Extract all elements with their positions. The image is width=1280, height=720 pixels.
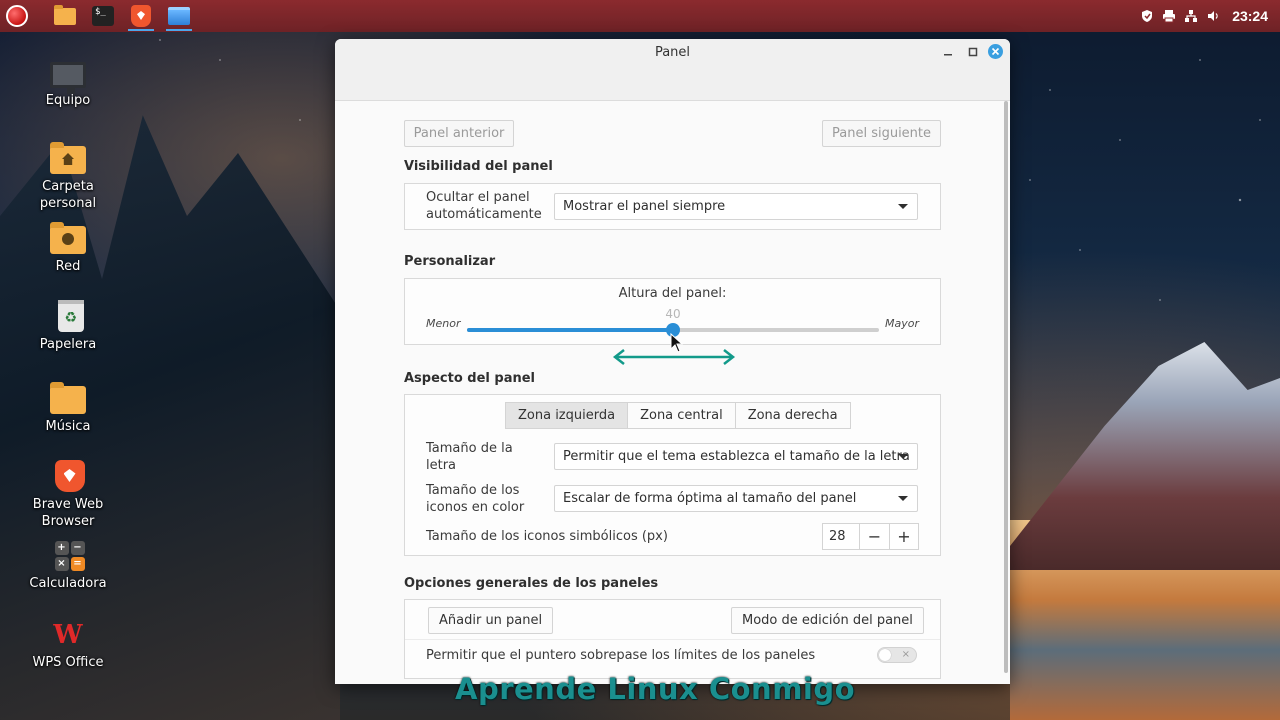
taskbar-window[interactable]	[164, 1, 194, 31]
font-size-combo-value: Permitir que el tema establezca el tamañ…	[563, 449, 910, 464]
toggle-off-icon: ×	[901, 649, 910, 660]
color-icons-label: Tamaño de los iconos en color	[426, 483, 525, 515]
desktop-icon-carpeta-personal[interactable]: Carpeta personal	[18, 140, 118, 212]
clock[interactable]: 23:24	[1232, 8, 1268, 24]
settings-content: Panel anterior Panel siguiente Visibilid…	[335, 101, 1010, 684]
desktop-icon-label: Papelera	[39, 337, 97, 352]
section-title-customize: Personalizar	[404, 254, 496, 269]
add-panel-button[interactable]: Añadir un panel	[428, 607, 554, 634]
folder-icon	[54, 4, 76, 25]
appearance-frame: Zona izquierda Zona central Zona derecha…	[404, 394, 941, 556]
decrement-button[interactable]: −	[860, 524, 889, 549]
previous-panel-button[interactable]: Panel anterior	[404, 120, 514, 147]
symbolic-icons-spinner: 28 − +	[822, 523, 919, 550]
shield-icon[interactable]	[1140, 9, 1154, 23]
desktop-icon-label: Brave Web Browser	[32, 497, 104, 529]
maximize-button[interactable]	[966, 45, 980, 59]
desktop-icon-brave[interactable]: Brave Web Browser	[18, 460, 118, 530]
dropdown-arrow-icon	[898, 496, 908, 501]
slider-max-label: Mayor	[885, 317, 919, 330]
section-title-general: Opciones generales de los paneles	[404, 576, 659, 591]
zone-selector: Zona izquierda Zona central Zona derecha	[505, 402, 851, 429]
panel-height-slider[interactable]	[467, 323, 879, 337]
terminal-icon: $_	[92, 6, 114, 26]
color-icons-combo-value: Escalar de forma óptima al tamaño del pa…	[563, 491, 857, 506]
zone-left-tab[interactable]: Zona izquierda	[505, 402, 629, 429]
printer-icon[interactable]	[1162, 9, 1176, 23]
menu-icon	[6, 5, 28, 27]
pointer-overflow-toggle[interactable]: ×	[877, 647, 917, 663]
taskbar-terminal[interactable]: $_	[88, 1, 118, 31]
top-panel: $_ 23:24	[0, 0, 1280, 32]
brave-icon	[54, 460, 85, 492]
slider-value: 40	[665, 307, 681, 321]
desktop-icon-equipo[interactable]: Equipo	[18, 58, 118, 109]
scrollbar[interactable]	[1004, 101, 1008, 673]
desktop-icon-musica[interactable]: Música	[18, 380, 118, 435]
taskbar-files[interactable]	[50, 1, 80, 31]
titlebar[interactable]: Panel	[335, 39, 1010, 101]
color-icons-combo[interactable]: Escalar de forma óptima al tamaño del pa…	[554, 485, 918, 512]
symbolic-icons-label: Tamaño de los iconos simbólicos (px)	[426, 529, 668, 544]
minimize-icon	[944, 54, 952, 56]
increment-button[interactable]: +	[889, 524, 918, 549]
slider-min-label: Menor	[426, 317, 461, 330]
volume-icon[interactable]	[1206, 9, 1220, 23]
desktop-icon-wps[interactable]: W WPS Office	[18, 620, 118, 671]
desktop-icon-red[interactable]: Red	[18, 220, 118, 275]
toggle-knob	[879, 649, 891, 661]
maximize-icon	[968, 47, 978, 57]
system-tray: 23:24	[1140, 8, 1280, 24]
desktop-icon-label: Calculadora	[29, 576, 107, 591]
window-title: Panel	[654, 45, 691, 60]
desktop-icon-label: Música	[45, 419, 91, 434]
window-icon	[168, 7, 190, 25]
minimize-button[interactable]	[941, 45, 955, 59]
menu-launcher[interactable]	[0, 0, 34, 32]
visibility-frame: Ocultar el panel automáticamente Mostrar…	[404, 183, 941, 230]
font-size-combo[interactable]: Permitir que el tema establezca el tamañ…	[554, 443, 918, 470]
panel-edit-mode-button[interactable]: Modo de edición del panel	[731, 607, 924, 634]
slider-fill	[467, 328, 673, 332]
zone-center-tab[interactable]: Zona central	[628, 402, 736, 429]
desktop-icon-label: Equipo	[45, 93, 91, 108]
panel-height-label: Altura del panel:	[618, 286, 727, 301]
calculator-icon: + − × =	[54, 541, 85, 571]
computer-icon	[50, 62, 86, 94]
watermark: Aprende Linux Conmigo	[455, 672, 856, 706]
network-folder-icon	[50, 222, 86, 254]
desktop-icon-calculadora[interactable]: + − × = Calculadora	[18, 541, 118, 592]
font-size-label: Tamaño de la letra	[426, 441, 513, 473]
music-folder-icon	[50, 382, 86, 414]
desktop-icon-papelera[interactable]: Papelera	[18, 300, 118, 353]
symbolic-icons-value[interactable]: 28	[823, 524, 860, 549]
divider	[405, 639, 940, 640]
close-icon	[991, 47, 1000, 56]
mouse-cursor-icon	[670, 333, 684, 353]
dropdown-arrow-icon	[898, 454, 908, 459]
close-button[interactable]	[988, 44, 1003, 59]
desktop-icon-label: Red	[55, 259, 81, 274]
zone-right-tab[interactable]: Zona derecha	[735, 402, 851, 429]
section-title-appearance: Aspecto del panel	[404, 371, 536, 386]
autohide-combo-value: Mostrar el panel siempre	[563, 199, 726, 214]
desktop-icon-label: WPS Office	[32, 655, 104, 670]
autohide-combo[interactable]: Mostrar el panel siempre	[554, 193, 918, 220]
general-frame: Añadir un panel Modo de edición del pane…	[404, 599, 941, 679]
trash-icon	[57, 300, 84, 332]
autohide-label: Ocultar el panel automáticamente	[426, 190, 542, 222]
network-icon[interactable]	[1184, 9, 1198, 23]
dropdown-arrow-icon	[898, 204, 908, 209]
wps-office-icon: W	[53, 620, 83, 650]
next-panel-button[interactable]: Panel siguiente	[822, 120, 941, 147]
desktop-icon-label: Carpeta personal	[39, 179, 97, 211]
brave-icon	[131, 5, 151, 27]
section-title-visibility: Visibilidad del panel	[404, 159, 553, 174]
home-folder-icon	[50, 142, 86, 174]
taskbar-brave[interactable]	[126, 1, 156, 31]
pointer-overflow-label: Permitir que el puntero sobrepase los lí…	[426, 648, 816, 663]
